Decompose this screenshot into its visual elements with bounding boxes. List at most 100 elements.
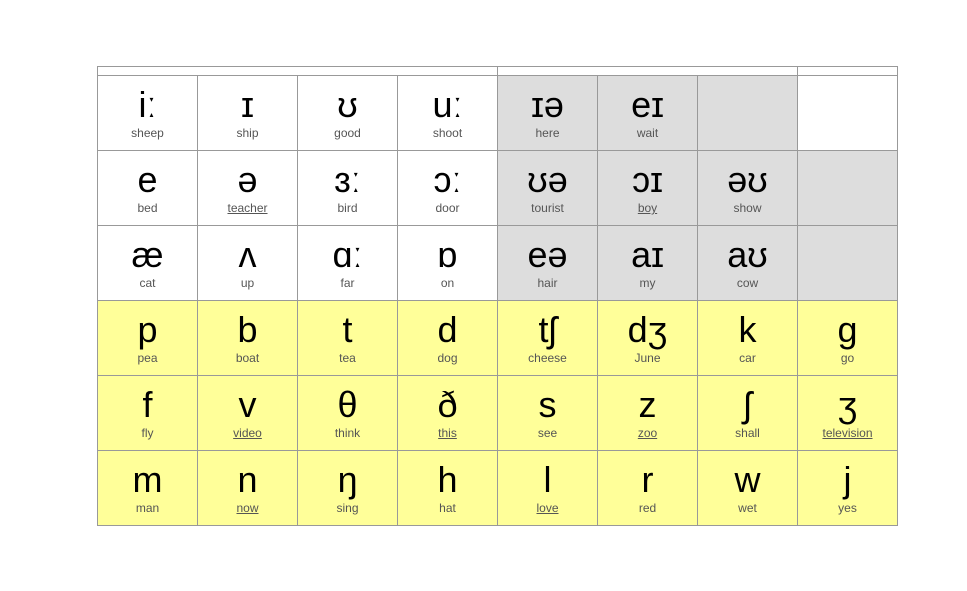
vowel-cell-1-0: ebed [98,150,198,225]
symbol: ŋ [302,460,393,500]
word: hair [502,276,593,290]
symbol: h [402,460,493,500]
consonant-cell-0-1: bboat [198,300,298,375]
word: think [302,426,393,440]
word: shall [702,426,793,440]
consonant-cell-1-5: zzoo [598,375,698,450]
vowel-cell-1-3: ɔːdoor [398,150,498,225]
symbol: æ [102,235,193,275]
vowel-cell-2-3: ɒon [398,225,498,300]
vowel-cell-2-4: eəhair [498,225,598,300]
consonant-cell-0-4: tʃcheese [498,300,598,375]
symbol: n [202,460,293,500]
word: teacher [202,201,293,215]
symbol: ʃ [702,385,793,425]
symbol: eə [502,235,593,275]
symbol: θ [302,385,393,425]
symbol: iː [102,85,193,125]
symbol: ɪə [502,85,593,125]
consonant-cell-1-4: ssee [498,375,598,450]
word: wait [602,126,693,140]
symbol: g [802,310,893,350]
symbol: ɒ [402,235,493,275]
symbol: v [202,385,293,425]
symbol: əʊ [702,160,793,200]
word: tourist [502,201,593,215]
symbol: ɑː [302,235,393,275]
word: wet [702,501,793,515]
word: dog [402,351,493,365]
consonant-cell-2-4: llove [498,450,598,525]
consonant-cell-2-6: wwet [698,450,798,525]
vowel-row-2: æcatʌupɑːfarɒoneəhairaɪmyaʊcow [98,225,898,300]
symbol: p [102,310,193,350]
word: on [402,276,493,290]
vowel-cell-0-1: ɪship [198,75,298,150]
consonant-cell-1-6: ʃshall [698,375,798,450]
symbol: m [102,460,193,500]
word: television [802,426,893,440]
word: video [202,426,293,440]
word: June [602,351,693,365]
symbol: ɔɪ [602,160,693,200]
vowel-cell-2-6: aʊcow [698,225,798,300]
word: zoo [602,426,693,440]
consonant-cell-2-0: mman [98,450,198,525]
consonant-cell-1-3: ðthis [398,375,498,450]
symbol: ɔː [402,160,493,200]
word: red [602,501,693,515]
consonant-cell-2-3: hhat [398,450,498,525]
symbol: ʒ [802,385,893,425]
vowel-cell-1-1: əteacher [198,150,298,225]
monophthongs-header [98,66,498,75]
vowel-cell-0-3: uːshoot [398,75,498,150]
word: door [402,201,493,215]
word: here [502,126,593,140]
side-labels [69,66,97,526]
symbol: ð [402,385,493,425]
vowel-cell-0-4: ɪəhere [498,75,598,150]
symbol: f [102,385,193,425]
word: boy [602,201,693,215]
ipa-table: iːsheepɪshipʊgooduːshootɪəhereeɪwaitebed… [97,66,898,526]
vowel-cell-0-0: iːsheep [98,75,198,150]
symbol: s [502,385,593,425]
word: pea [102,351,193,365]
word: bird [302,201,393,215]
symbol: w [702,460,793,500]
vowel-cell-0-6 [698,75,798,150]
vowel-cell-2-2: ɑːfar [298,225,398,300]
word: cow [702,276,793,290]
consonant-row-1: fflyvvideoθthinkðthissseezzooʃshallʒtele… [98,375,898,450]
word: bed [102,201,193,215]
vowel-cell-2-0: æcat [98,225,198,300]
consonant-cell-0-0: ppea [98,300,198,375]
consonant-cell-1-1: vvideo [198,375,298,450]
symbol: k [702,310,793,350]
word: boat [202,351,293,365]
word: yes [802,501,893,515]
symbol: l [502,460,593,500]
vowel-cell-2-5: aɪmy [598,225,698,300]
symbol: ə [202,160,293,200]
symbol: eɪ [602,85,693,125]
word: sheep [102,126,193,140]
symbol: z [602,385,693,425]
symbol: r [602,460,693,500]
consonant-cell-1-0: ffly [98,375,198,450]
vowel-cell-2-1: ʌup [198,225,298,300]
symbol: ʌ [202,235,293,275]
symbol: uː [402,85,493,125]
vowel-cell-1-6: əʊshow [698,150,798,225]
word: my [602,276,693,290]
word: cheese [502,351,593,365]
word: this [402,426,493,440]
word: far [302,276,393,290]
word: see [502,426,593,440]
word: shoot [402,126,493,140]
consonant-cell-1-7: ʒtelevision [798,375,898,450]
symbol: b [202,310,293,350]
word: car [702,351,793,365]
vowel-cell-0-2: ʊgood [298,75,398,150]
word: tea [302,351,393,365]
